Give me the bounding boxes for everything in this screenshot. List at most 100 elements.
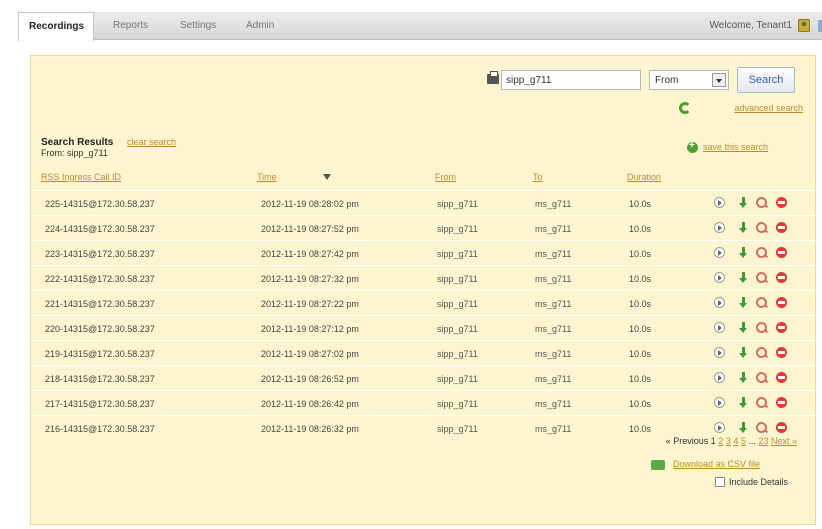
table-row[interactable]: 220-14315@172.30.58.237 2012-11-19 08:27:… bbox=[31, 315, 817, 340]
column-header-call-id[interactable]: RSS Ingress Call ID bbox=[41, 172, 121, 182]
download-icon[interactable] bbox=[738, 222, 749, 233]
search-icon[interactable] bbox=[756, 372, 767, 383]
search-icon[interactable] bbox=[756, 222, 767, 233]
search-icon[interactable] bbox=[756, 422, 767, 433]
to-cell[interactable]: ms_g711 bbox=[535, 224, 571, 234]
to-cell[interactable]: ms_g711 bbox=[535, 349, 571, 359]
to-cell[interactable]: ms_g711 bbox=[535, 324, 571, 334]
page-link-4[interactable]: 4 bbox=[733, 436, 738, 446]
play-icon[interactable] bbox=[714, 247, 725, 258]
to-cell[interactable]: ms_g711 bbox=[535, 274, 571, 284]
tab-settings[interactable]: Settings bbox=[170, 12, 226, 40]
download-icon[interactable] bbox=[738, 347, 749, 358]
from-cell[interactable]: sipp_g711 bbox=[437, 249, 478, 259]
call-id-cell: 219-14315@172.30.58.237 bbox=[45, 349, 155, 359]
delete-icon[interactable] bbox=[776, 372, 787, 383]
table-row[interactable]: 221-14315@172.30.58.237 2012-11-19 08:27:… bbox=[31, 290, 817, 315]
search-icon[interactable] bbox=[756, 397, 767, 408]
download-icon[interactable] bbox=[738, 247, 749, 258]
play-icon[interactable] bbox=[714, 297, 725, 308]
download-csv-link[interactable]: Download as CSV file bbox=[673, 459, 760, 469]
clear-search-link[interactable]: clear search bbox=[127, 137, 176, 147]
delete-icon[interactable] bbox=[776, 322, 787, 333]
page-link-5[interactable]: 5 bbox=[741, 436, 746, 446]
from-cell[interactable]: sipp_g711 bbox=[437, 399, 478, 409]
tab-admin[interactable]: Admin bbox=[236, 12, 284, 40]
menu-edge-icon[interactable] bbox=[818, 20, 822, 32]
delete-icon[interactable] bbox=[776, 422, 787, 433]
column-header-duration[interactable]: Duration bbox=[627, 172, 661, 182]
search-field-select[interactable]: From bbox=[649, 70, 729, 90]
tab-reports[interactable]: Reports bbox=[103, 12, 158, 40]
save-search-link[interactable]: save this search bbox=[703, 142, 768, 152]
user-icon[interactable] bbox=[798, 19, 810, 32]
to-cell[interactable]: ms_g711 bbox=[535, 399, 571, 409]
table-row[interactable]: 218-14315@172.30.58.237 2012-11-19 08:26:… bbox=[31, 365, 817, 390]
play-icon[interactable] bbox=[714, 347, 725, 358]
to-cell[interactable]: ms_g711 bbox=[535, 249, 571, 259]
download-icon[interactable] bbox=[738, 297, 749, 308]
delete-icon[interactable] bbox=[776, 397, 787, 408]
delete-icon[interactable] bbox=[776, 347, 787, 358]
page-link-2[interactable]: 2 bbox=[718, 436, 723, 446]
column-header-time[interactable]: Time bbox=[257, 172, 277, 182]
search-icon[interactable] bbox=[756, 297, 767, 308]
search-icon[interactable] bbox=[756, 322, 767, 333]
printer-icon[interactable] bbox=[487, 71, 499, 84]
delete-icon[interactable] bbox=[776, 197, 787, 208]
from-cell[interactable]: sipp_g711 bbox=[437, 324, 478, 334]
from-cell[interactable]: sipp_g711 bbox=[437, 349, 478, 359]
column-header-to[interactable]: To bbox=[533, 172, 543, 182]
next-link[interactable]: Next » bbox=[771, 436, 797, 446]
duration-cell: 10.0s bbox=[629, 349, 652, 359]
download-icon[interactable] bbox=[738, 197, 749, 208]
search-icon[interactable] bbox=[756, 347, 767, 358]
call-id-cell: 218-14315@172.30.58.237 bbox=[45, 374, 155, 384]
to-cell[interactable]: ms_g711 bbox=[535, 299, 571, 309]
table-row[interactable]: 222-14315@172.30.58.237 2012-11-19 08:27:… bbox=[31, 265, 817, 290]
play-icon[interactable] bbox=[714, 272, 725, 283]
column-header-from[interactable]: From bbox=[435, 172, 456, 182]
download-icon[interactable] bbox=[738, 422, 749, 433]
table-row[interactable]: 217-14315@172.30.58.237 2012-11-19 08:26:… bbox=[31, 390, 817, 415]
search-icon[interactable] bbox=[756, 247, 767, 258]
advanced-search-link[interactable]: advanced search bbox=[734, 103, 803, 113]
from-cell[interactable]: sipp_g711 bbox=[437, 224, 478, 234]
table-row[interactable]: 224-14315@172.30.58.237 2012-11-19 08:27:… bbox=[31, 215, 817, 240]
table-row[interactable]: 223-14315@172.30.58.237 2012-11-19 08:27:… bbox=[31, 240, 817, 265]
play-icon[interactable] bbox=[714, 422, 725, 433]
chevron-down-icon[interactable] bbox=[712, 73, 726, 87]
from-cell[interactable]: sipp_g711 bbox=[437, 374, 478, 384]
play-icon[interactable] bbox=[714, 222, 725, 233]
page-link-3[interactable]: 3 bbox=[726, 436, 731, 446]
play-icon[interactable] bbox=[714, 197, 725, 208]
download-icon[interactable] bbox=[738, 372, 749, 383]
play-icon[interactable] bbox=[714, 322, 725, 333]
download-icon[interactable] bbox=[738, 322, 749, 333]
download-icon[interactable] bbox=[738, 397, 749, 408]
table-row[interactable]: 225-14315@172.30.58.237 2012-11-19 08:28:… bbox=[31, 190, 817, 215]
delete-icon[interactable] bbox=[776, 222, 787, 233]
from-cell[interactable]: sipp_g711 bbox=[437, 274, 478, 284]
search-button[interactable]: Search bbox=[737, 67, 795, 93]
from-cell[interactable]: sipp_g711 bbox=[437, 424, 478, 434]
table-row[interactable]: 219-14315@172.30.58.237 2012-11-19 08:27:… bbox=[31, 340, 817, 365]
play-icon[interactable] bbox=[714, 372, 725, 383]
delete-icon[interactable] bbox=[776, 247, 787, 258]
include-details-checkbox[interactable] bbox=[715, 477, 725, 487]
to-cell[interactable]: ms_g711 bbox=[535, 374, 571, 384]
previous-link[interactable]: « Previous bbox=[666, 436, 709, 446]
tab-recordings[interactable]: Recordings bbox=[18, 12, 94, 41]
to-cell[interactable]: ms_g711 bbox=[535, 199, 571, 209]
play-icon[interactable] bbox=[714, 397, 725, 408]
download-icon[interactable] bbox=[738, 272, 749, 283]
from-cell[interactable]: sipp_g711 bbox=[437, 199, 478, 209]
to-cell[interactable]: ms_g711 bbox=[535, 424, 571, 434]
from-cell[interactable]: sipp_g711 bbox=[437, 299, 478, 309]
search-icon[interactable] bbox=[756, 197, 767, 208]
search-icon[interactable] bbox=[756, 272, 767, 283]
search-input[interactable] bbox=[501, 70, 641, 90]
page-link-last[interactable]: 23 bbox=[758, 436, 768, 446]
delete-icon[interactable] bbox=[776, 272, 787, 283]
delete-icon[interactable] bbox=[776, 297, 787, 308]
